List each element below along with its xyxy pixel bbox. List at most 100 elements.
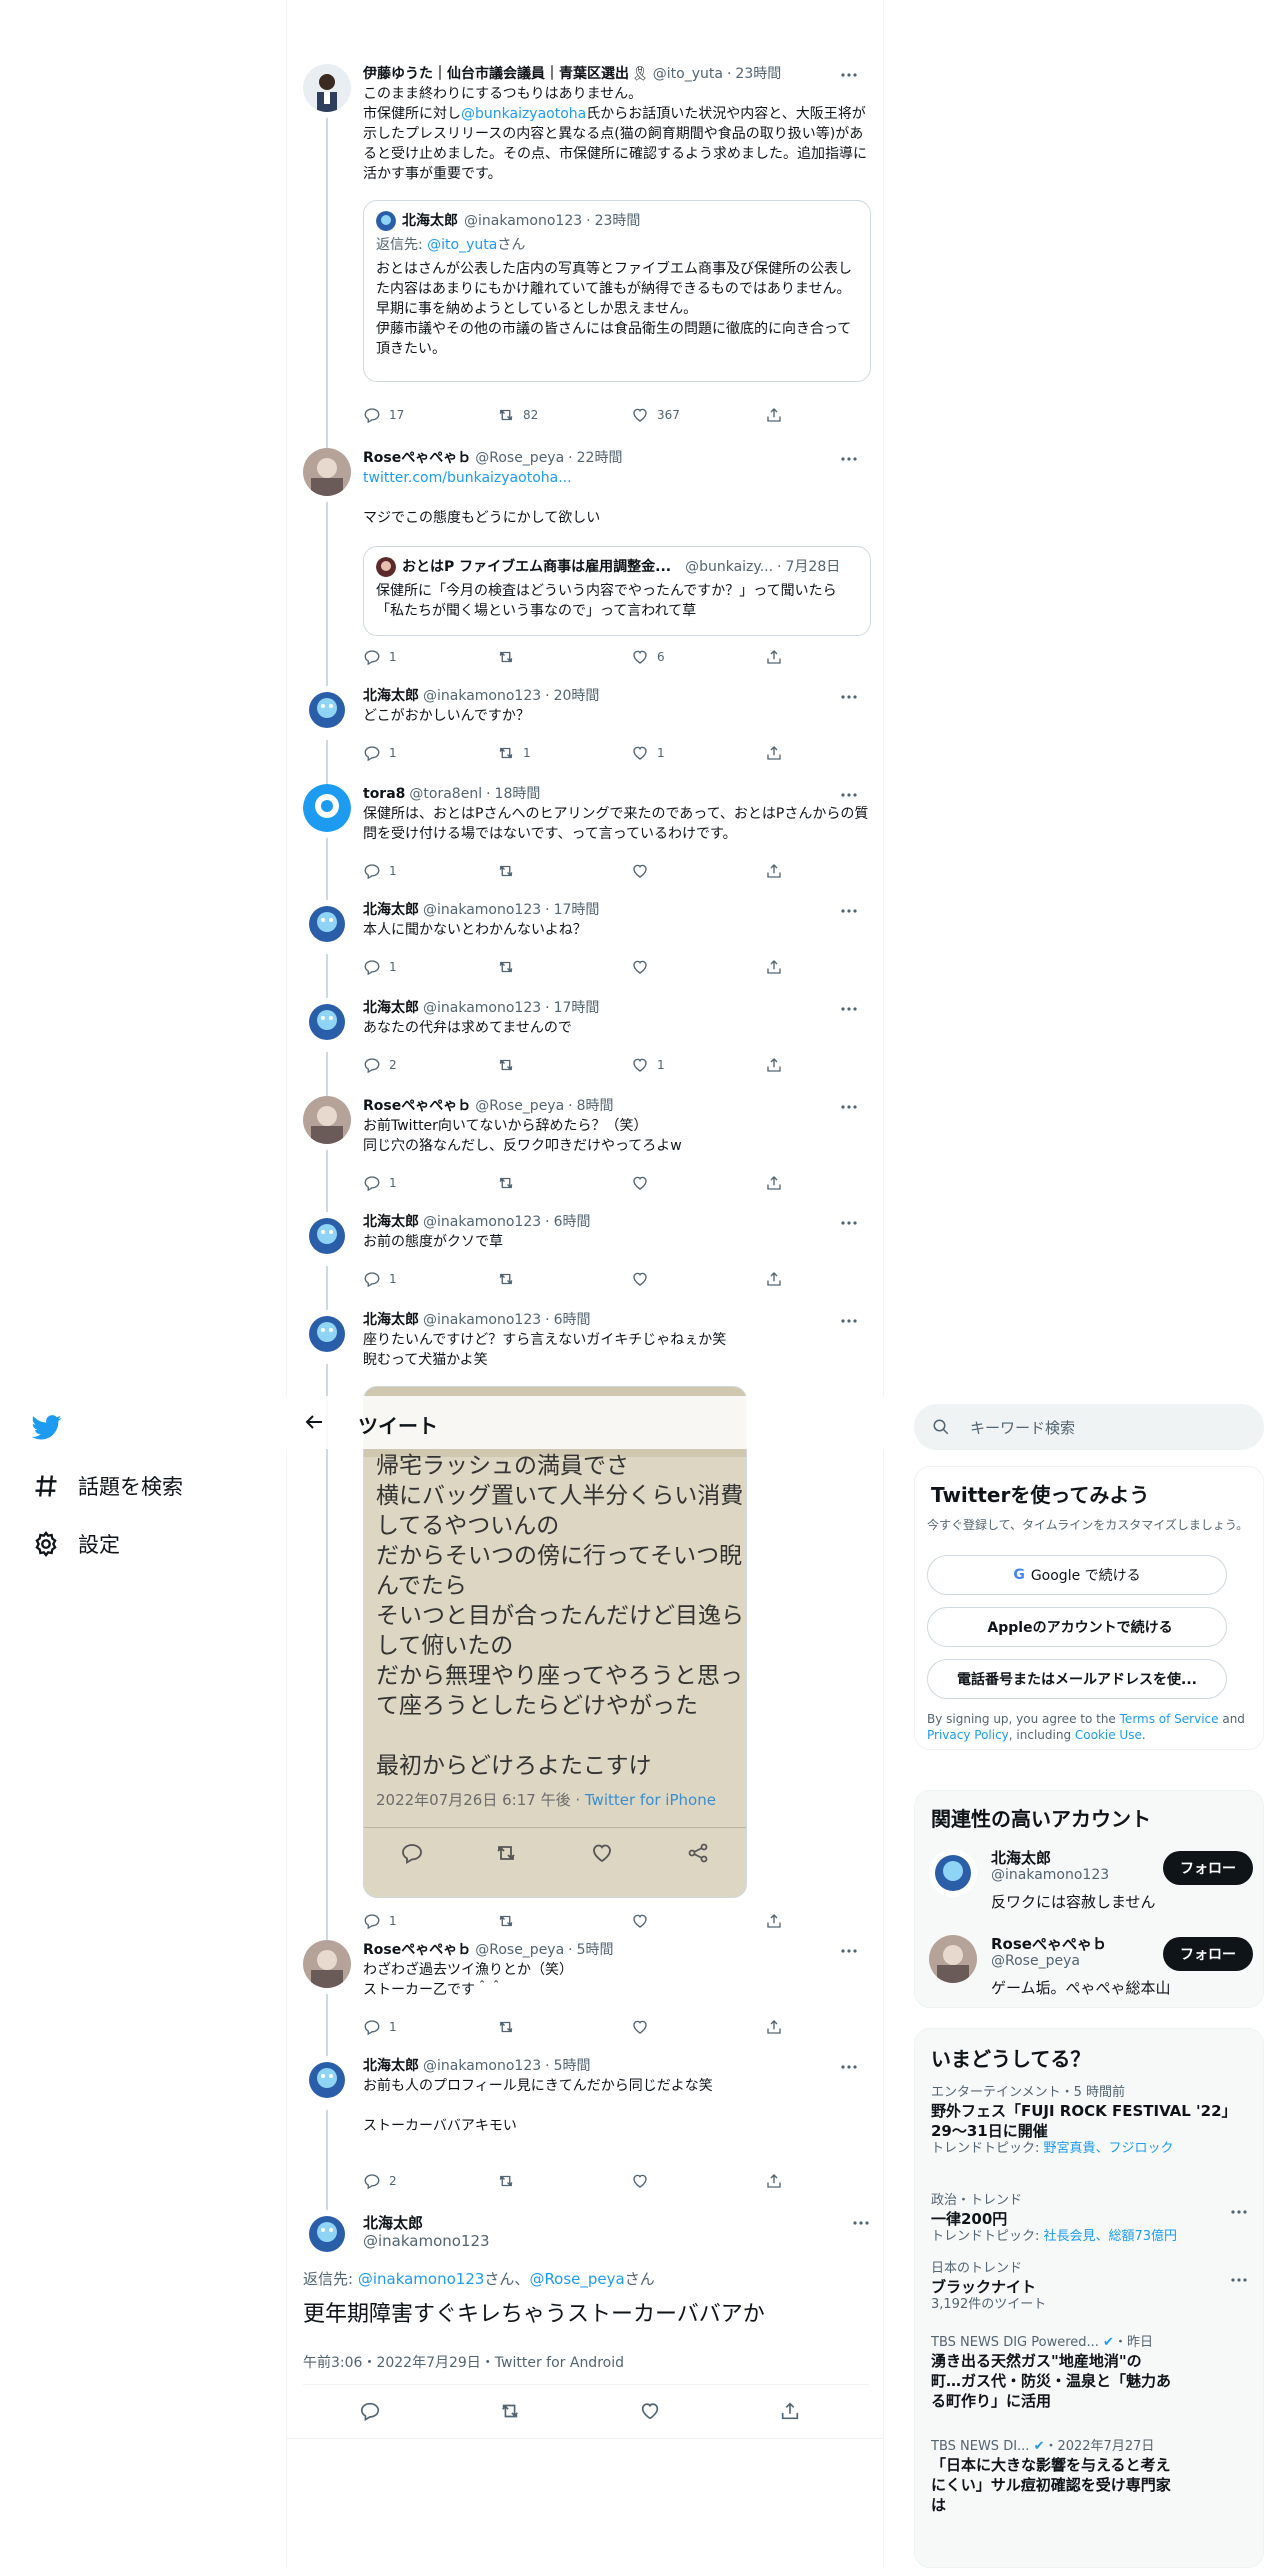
avatar[interactable] — [303, 900, 351, 948]
retweet-button[interactable] — [497, 958, 523, 976]
retweet-icon[interactable] — [499, 2400, 521, 2422]
tweet[interactable]: 北海太郎 @inakamono123 · 17時間 あなたの代弁は求めてませんので 2… — [287, 994, 883, 1092]
share-button[interactable] — [765, 1174, 791, 1192]
like-button[interactable]: 6 — [631, 648, 665, 666]
back-arrow-icon[interactable] — [302, 1410, 326, 1434]
reply-icon[interactable] — [359, 2400, 381, 2422]
timestamp[interactable]: 8時間 — [577, 1096, 614, 1116]
tweet[interactable]: Roseぺゃぺゃｂ @Rose_peya · 5時間 わざわざ過去ツイ漁りとか（笑） … — [287, 1936, 883, 2052]
apple-signin-button[interactable]: Appleのアカウントで続ける — [927, 1607, 1227, 1647]
more-icon[interactable] — [839, 1000, 859, 1018]
tweet[interactable]: tora8 @tora8enl · 18時間 保健所は、おとはPさんへのヒアリングで来… — [287, 780, 883, 896]
terms-link[interactable]: Terms of Service — [1120, 1712, 1219, 1726]
display-name[interactable]: Roseぺゃぺゃｂ — [363, 1940, 471, 1960]
avatar[interactable] — [303, 1310, 351, 1358]
reply-button[interactable]: 1 — [363, 648, 397, 666]
handle[interactable]: @inakamono123 — [423, 900, 541, 920]
more-icon[interactable] — [839, 786, 859, 804]
reply-mention[interactable]: @Rose_peya — [529, 2270, 624, 2288]
timestamp[interactable]: 17時間 — [554, 998, 600, 1018]
more-icon[interactable] — [851, 2214, 871, 2232]
tweet[interactable]: Roseぺゃぺゃｂ @Rose_peya · 22時間 twitter.com/bun… — [287, 444, 883, 682]
more-icon[interactable] — [839, 902, 859, 920]
nav-explore[interactable]: 話題を検索 — [32, 1466, 183, 1506]
timestamp[interactable]: 20時間 — [554, 686, 600, 706]
display-name[interactable]: 北海太郎 — [363, 1310, 419, 1330]
quote-tweet[interactable]: 北海太郎 @inakamono123 · 23時間 返信先: @ito_yuta… — [363, 200, 871, 382]
avatar[interactable] — [303, 64, 351, 112]
avatar[interactable] — [303, 2056, 351, 2104]
account-item[interactable]: Roseぺゃぺゃｂ @Rose_peya ゲーム垢。ぺゃぺゃ総本山 フォロー — [915, 1929, 1265, 2009]
main-handle[interactable]: @inakamono123 — [363, 2232, 490, 2250]
tweet[interactable]: Roseぺゃぺゃｂ @Rose_peya · 8時間 お前Twitter向いてないから… — [287, 1092, 883, 1208]
display-name[interactable]: Roseぺゃぺゃｂ — [363, 1096, 471, 1116]
retweet-button[interactable] — [497, 648, 523, 666]
reply-mention[interactable]: @inakamono123 — [358, 2270, 485, 2288]
like-button[interactable] — [631, 1912, 657, 1930]
quote-tweet[interactable]: おとはP ファイブエム商事は雇用調整金... @bunkaizy... · 7月… — [363, 546, 871, 636]
tweet[interactable]: 北海太郎 @inakamono123 · 20時間 どこがおかしいんですか？ 1 1 … — [287, 682, 883, 780]
tweet-image[interactable]: 帰宅ラッシュの満員でさ 横にバッグ置いて人半分くらい消費 してるやついんの だか… — [363, 1386, 747, 1898]
avatar[interactable] — [303, 1212, 351, 1260]
display-name[interactable]: 伊藤ゆうた｜仙台市議会議員｜青葉区選出 — [363, 64, 629, 84]
avatar[interactable] — [303, 1096, 351, 1144]
more-icon[interactable] — [839, 688, 859, 706]
handle[interactable]: @Rose_peya — [475, 1940, 564, 1960]
follow-button[interactable]: フォロー — [1163, 1937, 1253, 1971]
timestamp[interactable]: 5時間 — [577, 1940, 614, 1960]
tweet[interactable]: 北海太郎 @inakamono123 · 6時間 お前の態度がクソで草 1 — [287, 1208, 883, 1306]
retweet-button[interactable] — [497, 2172, 523, 2190]
share-button[interactable] — [765, 958, 791, 976]
retweet-button[interactable]: 1 — [497, 744, 531, 762]
like-button[interactable] — [631, 862, 657, 880]
like-button[interactable]: 1 — [631, 1056, 665, 1074]
reply-button[interactable]: 1 — [363, 862, 397, 880]
timestamp[interactable]: 6時間 — [554, 1212, 591, 1232]
phone-email-signup-button[interactable]: 電話番号またはメールアドレスを使... — [927, 1659, 1227, 1699]
reply-button[interactable]: 1 — [363, 744, 397, 762]
share-button[interactable] — [765, 406, 791, 424]
cookie-link[interactable]: Cookie Use — [1075, 1728, 1142, 1742]
heart-icon[interactable] — [639, 2400, 661, 2422]
reply-button[interactable]: 1 — [363, 1270, 397, 1288]
handle[interactable]: @Rose_peya — [475, 448, 564, 468]
reply-button[interactable]: 1 — [363, 958, 397, 976]
share-button[interactable] — [765, 1056, 791, 1074]
more-icon[interactable] — [1229, 2271, 1249, 2289]
handle[interactable]: @inakamono123 — [423, 998, 541, 1018]
display-name[interactable]: 北海太郎 — [363, 686, 419, 706]
news-item[interactable]: TBS NEWS DI... ✔・2022年7月27日 「日本に大きな影響を与え… — [931, 2439, 1171, 2515]
search-input[interactable]: キーワード検索 — [914, 1404, 1264, 1450]
reply-button[interactable]: 1 — [363, 2018, 397, 2036]
handle[interactable]: @tora8enl — [409, 784, 482, 804]
reply-button[interactable]: 2 — [363, 2172, 397, 2190]
retweet-button[interactable] — [497, 1912, 523, 1930]
handle[interactable]: @inakamono123 — [423, 2056, 541, 2076]
timestamp[interactable]: 17時間 — [554, 900, 600, 920]
avatar[interactable] — [303, 998, 351, 1046]
avatar[interactable] — [303, 784, 351, 832]
timestamp[interactable]: 23時間 — [735, 64, 781, 84]
avatar[interactable] — [303, 2210, 351, 2258]
trend-item[interactable]: 日本のトレンド ブラックナイト 3,192件のツイート — [931, 2261, 1231, 2313]
share-button[interactable] — [765, 744, 791, 762]
share-icon[interactable] — [779, 2400, 801, 2422]
more-icon[interactable] — [839, 2058, 859, 2076]
more-icon[interactable] — [839, 1098, 859, 1116]
reply-button[interactable]: 2 — [363, 1056, 397, 1074]
tweet[interactable]: 伊藤ゆうた｜仙台市議会議員｜青葉区選出 🎗 @ito_yuta · 23時間 こ… — [287, 64, 883, 444]
account-item[interactable]: 北海太郎 @inakamono123 反ワクには容赦しません フォロー — [915, 1843, 1265, 1923]
reply-button[interactable]: 17 — [363, 406, 404, 424]
retweet-button[interactable] — [497, 862, 523, 880]
reply-button[interactable]: 1 — [363, 1912, 397, 1930]
tweet[interactable]: 北海太郎 @inakamono123 · 5時間 お前も人のプロフィール見にきてんだか… — [287, 2052, 883, 2206]
share-button[interactable] — [765, 1912, 791, 1930]
mention-link[interactable]: @bunkaizyaotoha — [461, 106, 586, 122]
like-button[interactable] — [631, 958, 657, 976]
display-name[interactable]: tora8 — [363, 784, 405, 804]
more-icon[interactable] — [1229, 2203, 1249, 2221]
privacy-link[interactable]: Privacy Policy — [927, 1728, 1009, 1742]
retweet-button[interactable] — [497, 2018, 523, 2036]
tweet[interactable]: 北海太郎 @inakamono123 · 17時間 本人に聞かないとわかんないよね？ … — [287, 896, 883, 994]
timestamp[interactable]: 5時間 — [554, 2056, 591, 2076]
